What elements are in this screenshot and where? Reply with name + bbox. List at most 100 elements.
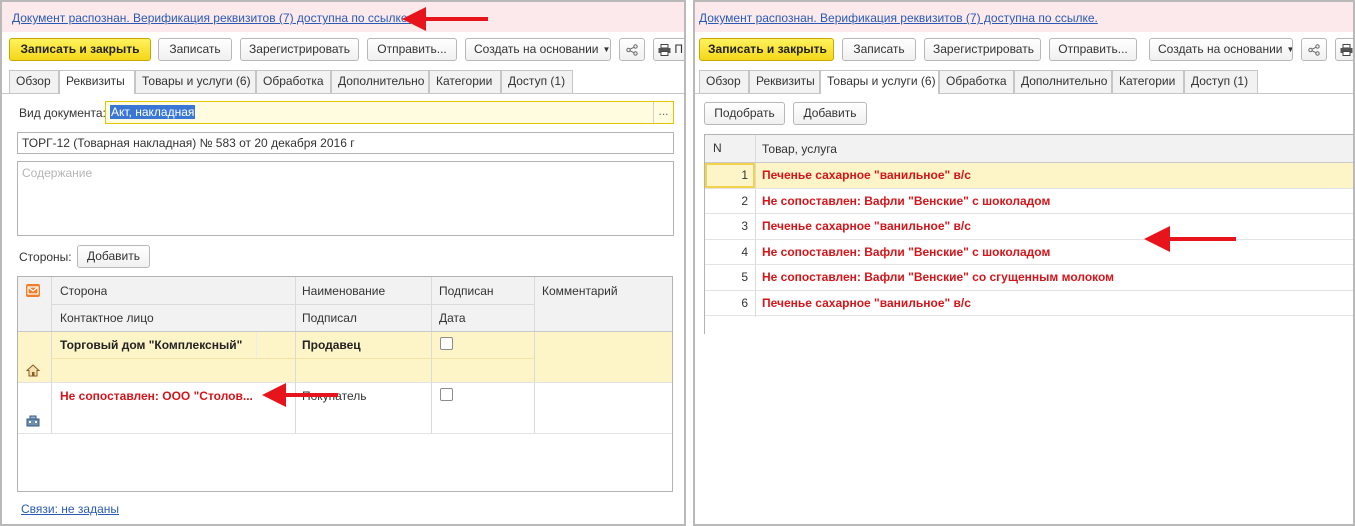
tab-categories[interactable]: Категории: [429, 70, 501, 93]
content-textarea[interactable]: Содержание: [17, 161, 674, 236]
doc-type-select-button[interactable]: ...: [653, 102, 673, 123]
share-icon: [1308, 44, 1320, 56]
parties-table: Сторона Контактное лицо Наименование Под…: [17, 276, 673, 492]
form-toolbar: Записать и закрыть Записать Зарегистриро…: [2, 38, 684, 62]
col-divider: [534, 277, 535, 433]
tab-details[interactable]: Реквизиты: [59, 70, 135, 94]
tab-categories[interactable]: Категории: [1112, 70, 1184, 93]
tab-additional[interactable]: Дополнительно: [331, 70, 429, 93]
row-number: 3: [741, 219, 748, 233]
print-button[interactable]: [1335, 38, 1353, 61]
tab-goods-services[interactable]: Товары и услуги (6): [135, 70, 256, 93]
verification-link[interactable]: Документ распознан. Верификация реквизит…: [12, 11, 411, 25]
header-side: Сторона: [60, 284, 108, 298]
doc-type-field[interactable]: Акт, накладная ...: [105, 101, 674, 124]
row-number: 6: [741, 296, 748, 310]
register-button[interactable]: Зарегистрировать: [924, 38, 1041, 61]
house-icon: [25, 364, 41, 380]
share-button[interactable]: [619, 38, 645, 61]
col-divider: [51, 277, 52, 433]
party-signed-checkbox[interactable]: [440, 388, 453, 401]
row-divider: [705, 239, 1353, 240]
notification-bar: Документ распознан. Верификация реквизит…: [2, 2, 684, 32]
document-form-goods: Документ распознан. Верификация реквизит…: [693, 0, 1355, 526]
tab-overview[interactable]: Обзор: [699, 70, 749, 93]
party-signed-checkbox[interactable]: [440, 337, 453, 350]
tab-processing[interactable]: Обработка: [256, 70, 331, 93]
building-icon: [26, 415, 40, 430]
header-date: Дата: [439, 311, 466, 325]
row-divider: [705, 213, 1353, 214]
doc-type-value: Акт, накладная: [110, 105, 196, 119]
goods-item[interactable]: Не сопоставлен: Вафли "Венские" со сгуще…: [762, 270, 1114, 284]
tab-divider: [695, 93, 1353, 94]
send-button[interactable]: Отправить...: [1049, 38, 1137, 61]
row-divider: [705, 315, 1353, 316]
tab-access[interactable]: Доступ (1): [1184, 70, 1258, 93]
tab-bar: Обзор Реквизиты Товары и услуги (6) Обра…: [695, 70, 1353, 94]
print-label: П: [674, 42, 683, 56]
goods-item[interactable]: Печенье сахарное "ванильное" в/с: [762, 168, 971, 182]
chevron-down-icon: ▼: [602, 45, 611, 54]
party-role: Продавец: [302, 338, 361, 352]
chevron-down-icon: ▼: [1287, 45, 1293, 54]
goods-item[interactable]: Печенье сахарное "ванильное" в/с: [762, 296, 971, 310]
row-divider: [705, 264, 1353, 265]
row-number: 5: [741, 270, 748, 284]
header-contact: Контактное лицо: [60, 311, 154, 325]
goods-table: N Товар, услуга 1 Печенье сахарное "вани…: [704, 134, 1353, 334]
tab-details[interactable]: Реквизиты: [749, 70, 820, 93]
notification-bar: Документ распознан. Верификация реквизит…: [695, 2, 1353, 32]
row-number: 2: [741, 194, 748, 208]
doc-type-label: Вид документа:: [19, 106, 106, 120]
row-number: 1: [741, 168, 748, 182]
form-toolbar: Записать и закрыть Записать Зарегистриро…: [695, 38, 1353, 62]
annotation-arrow: [1144, 226, 1236, 252]
tab-access[interactable]: Доступ (1): [501, 70, 573, 93]
parties-label: Стороны:: [19, 250, 72, 264]
print-button[interactable]: П: [653, 38, 684, 61]
col-divider: [431, 277, 432, 433]
row-divider: [18, 331, 672, 332]
goods-item[interactable]: Не сопоставлен: Вафли "Венские" с шокола…: [762, 194, 1050, 208]
pick-button[interactable]: Подобрать: [704, 102, 785, 125]
write-button[interactable]: Записать: [158, 38, 232, 61]
row-divider: [18, 382, 672, 383]
goods-item[interactable]: Не сопоставлен: Вафли "Венские" с шокола…: [762, 245, 1050, 259]
row-number: 4: [741, 245, 748, 259]
send-button[interactable]: Отправить...: [367, 38, 457, 61]
tab-overview[interactable]: Обзор: [9, 70, 59, 93]
goods-item[interactable]: Печенье сахарное "ванильное" в/с: [762, 219, 971, 233]
col-divider: [256, 332, 257, 358]
header-item: Товар, услуга: [762, 142, 837, 156]
envelope-icon[interactable]: [26, 284, 40, 297]
row-divider: [705, 162, 1353, 163]
create-based-on-button[interactable]: Создать на основании▼: [465, 38, 611, 61]
printer-icon: [658, 44, 671, 56]
tab-processing[interactable]: Обработка: [939, 70, 1014, 93]
row-divider: [18, 433, 672, 434]
share-button[interactable]: [1301, 38, 1327, 61]
add-item-button[interactable]: Добавить: [793, 102, 867, 125]
party-side: Торговый дом "Комплексный": [60, 338, 243, 352]
tab-additional[interactable]: Дополнительно: [1014, 70, 1112, 93]
document-title-field[interactable]: ТОРГ-12 (Товарная накладная) № 583 от 20…: [17, 132, 674, 154]
links-not-set[interactable]: Связи: не заданы: [21, 502, 119, 516]
party-side-unmatched[interactable]: Не сопоставлен: ООО "Столов...: [60, 389, 253, 403]
verification-link[interactable]: Документ распознан. Верификация реквизит…: [699, 11, 1098, 25]
add-party-button[interactable]: Добавить: [77, 245, 150, 268]
tab-goods-services[interactable]: Товары и услуги (6): [820, 70, 939, 94]
header-n: N: [713, 141, 722, 155]
write-button[interactable]: Записать: [842, 38, 916, 61]
create-based-on-button[interactable]: Создать на основании▼: [1149, 38, 1293, 61]
content-placeholder: Содержание: [22, 166, 93, 180]
row-divider: [51, 358, 534, 359]
write-and-close-button[interactable]: Записать и закрыть: [9, 38, 151, 61]
unmatched-party-link[interactable]: Не сопоставлен: ООО "Столов...: [60, 389, 253, 403]
header-name: Наименование: [302, 284, 386, 298]
header-signed: Подписан: [439, 284, 494, 298]
register-button[interactable]: Зарегистрировать: [240, 38, 359, 61]
write-and-close-button[interactable]: Записать и закрыть: [699, 38, 834, 61]
annotation-arrow: [402, 7, 488, 31]
tab-bar: Обзор Реквизиты Товары и услуги (6) Обра…: [2, 70, 684, 94]
